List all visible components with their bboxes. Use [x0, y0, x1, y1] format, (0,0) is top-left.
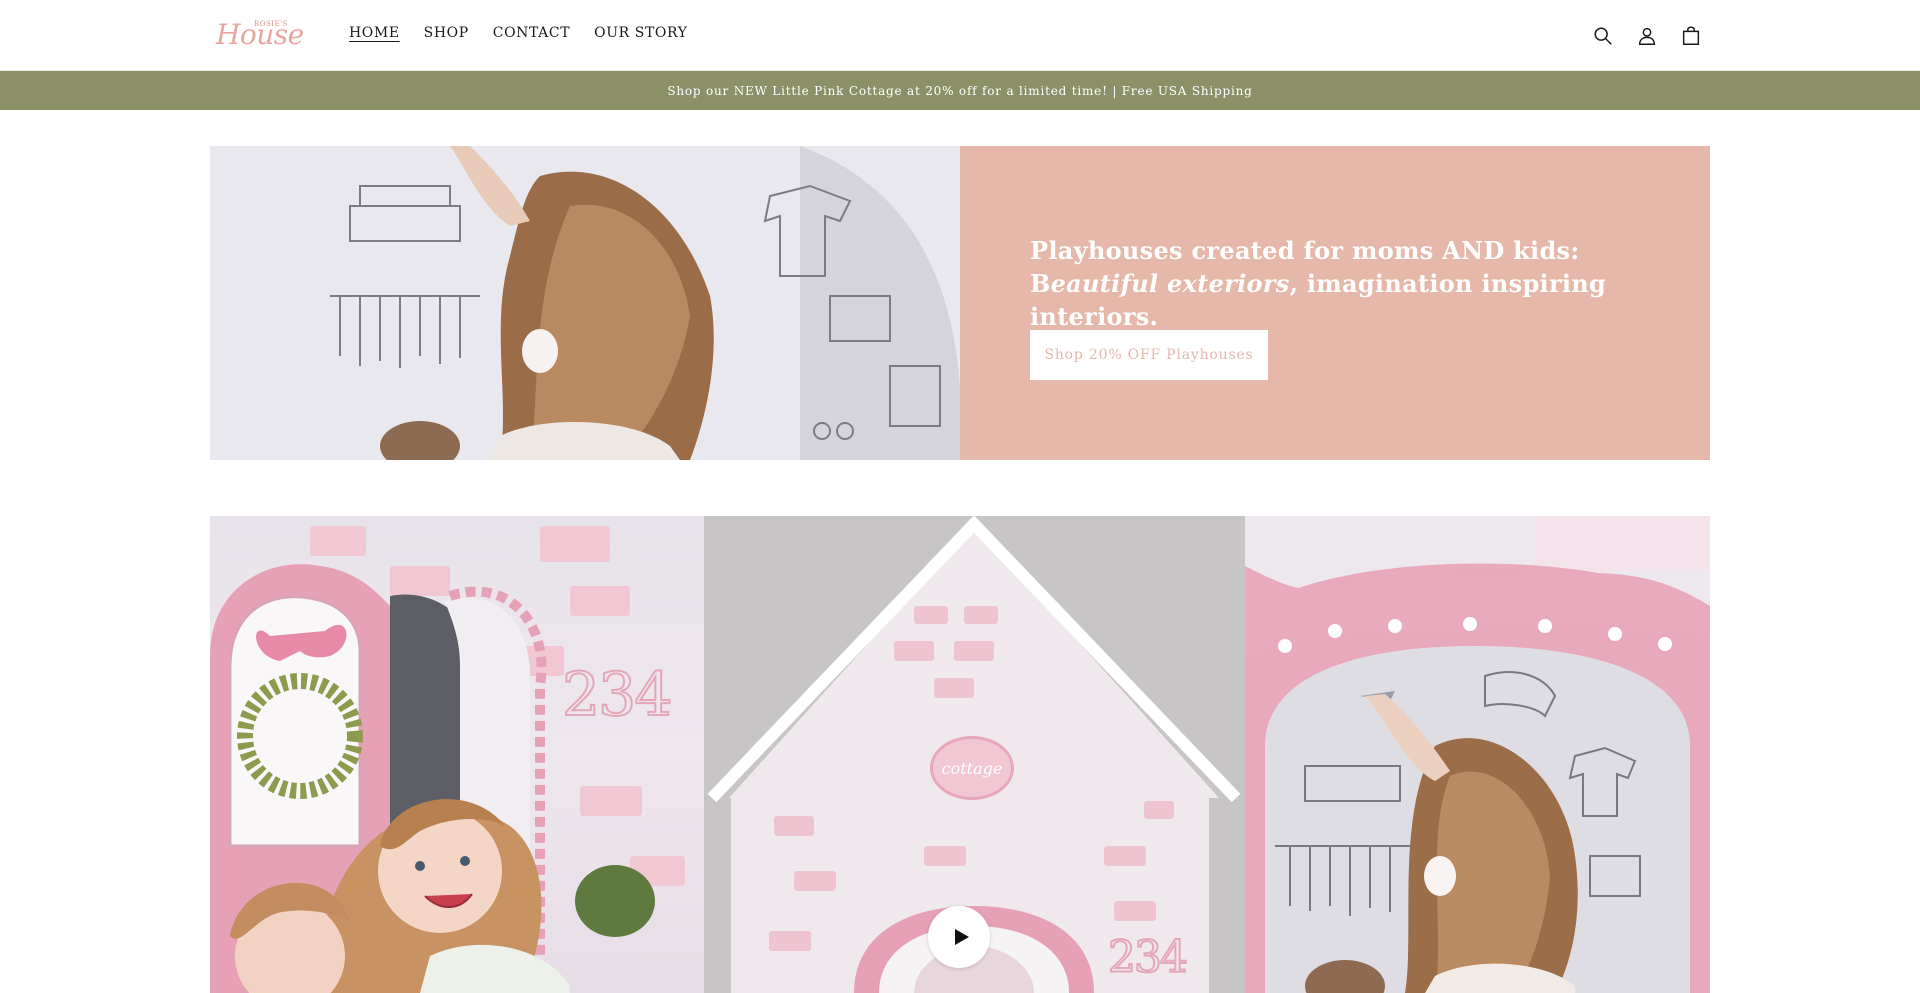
- gallery-image-3[interactable]: [1245, 516, 1710, 993]
- gallery-image-1[interactable]: 234: [210, 516, 704, 993]
- header-icons: [1590, 23, 1704, 49]
- main-nav: HOME SHOP CONTACT OUR STORY: [349, 25, 688, 41]
- tile-3-illustration: [1245, 516, 1710, 993]
- play-video-button[interactable]: [928, 906, 990, 968]
- hero-image: [210, 146, 960, 460]
- account-icon[interactable]: [1634, 23, 1660, 49]
- house-number-text: 234: [561, 659, 674, 731]
- cart-icon[interactable]: [1678, 23, 1704, 49]
- shop-playhouses-button[interactable]: Shop 20% OFF Playhouses: [1030, 330, 1268, 380]
- hero-illustration: [210, 146, 960, 460]
- cottage-sign: cottage: [930, 736, 1014, 800]
- search-icon[interactable]: [1590, 23, 1616, 49]
- image-gallery: 234 cottage 234: [210, 516, 1710, 993]
- hero-heading-italic: eautiful exteriors: [1050, 269, 1290, 298]
- announcement-bar[interactable]: Shop our NEW Little Pink Cottage at 20% …: [0, 71, 1920, 110]
- site-header: ROSIE'S House HOME SHOP CONTACT OUR STOR…: [0, 0, 1920, 71]
- logo[interactable]: ROSIE'S House: [214, 16, 304, 52]
- hero-text-panel: Playhouses created for moms AND kids: Be…: [960, 146, 1710, 460]
- nav-shop[interactable]: SHOP: [424, 25, 469, 41]
- cottage-sign-text: cottage: [941, 758, 1003, 778]
- tile-1-illustration: [210, 564, 655, 993]
- nav-our-story[interactable]: OUR STORY: [594, 25, 687, 41]
- nav-home[interactable]: HOME: [349, 25, 400, 41]
- nav-contact[interactable]: CONTACT: [493, 25, 570, 41]
- hero-heading: Playhouses created for moms AND kids: Be…: [1030, 234, 1650, 333]
- announcement-text: Shop our NEW Little Pink Cottage at 20% …: [667, 83, 1253, 98]
- logo-script-text: House: [216, 18, 304, 51]
- hero-banner: Playhouses created for moms AND kids: Be…: [210, 146, 1710, 460]
- house-number-text: 234: [1107, 931, 1189, 984]
- play-icon: [954, 929, 969, 945]
